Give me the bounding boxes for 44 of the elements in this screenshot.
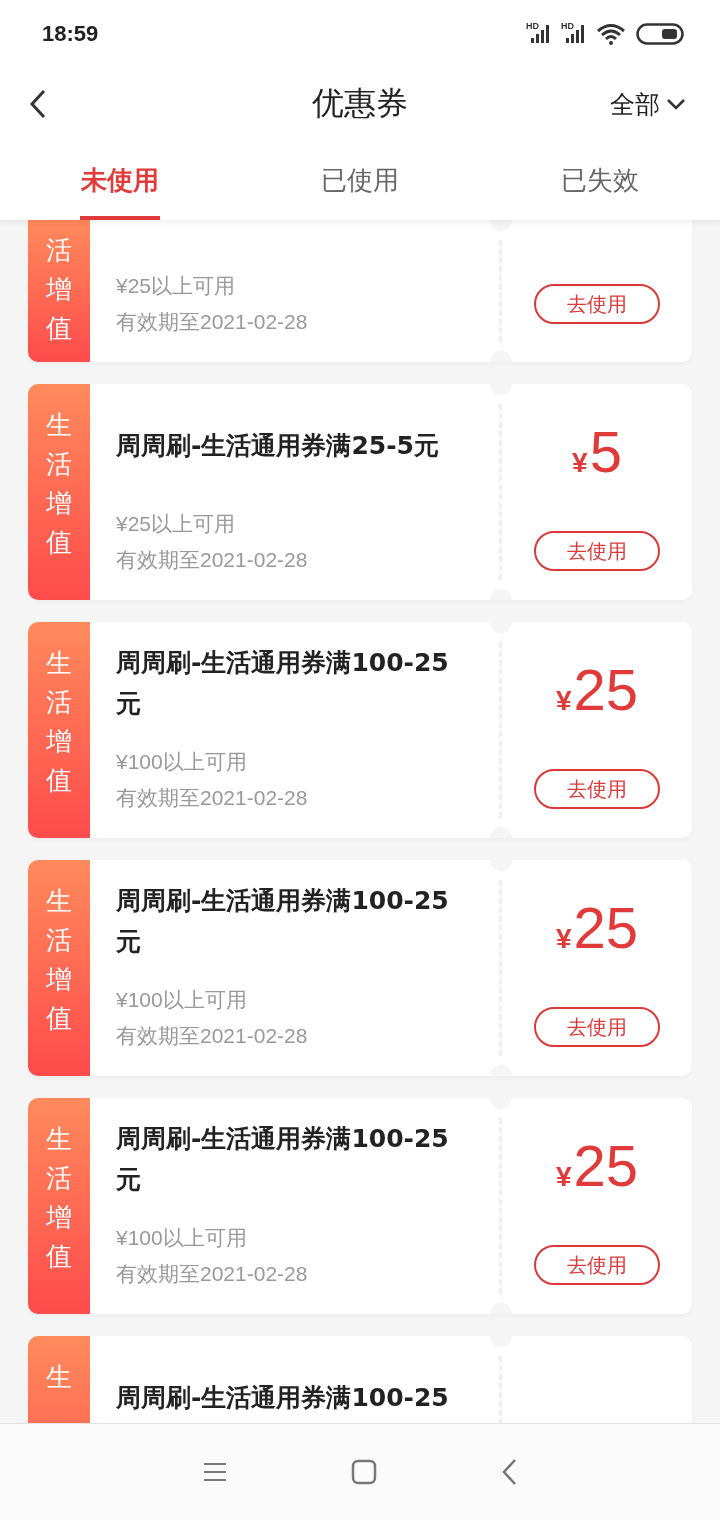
coupon-tag: 生活增值 — [28, 384, 90, 600]
network-type-label: HD — [561, 21, 574, 31]
tab[interactable]: 未使用 — [0, 140, 240, 220]
coupon-amount: ¥5 — [572, 420, 622, 486]
coupon-condition: ¥25以上可用 — [116, 511, 237, 537]
coupon-amount: ¥25 — [555, 658, 639, 724]
use-button[interactable]: 去使用 — [534, 284, 660, 324]
network-type-label: HD — [526, 21, 539, 31]
home-icon[interactable] — [351, 1459, 377, 1485]
filter-dropdown[interactable]: 全部 — [610, 87, 686, 121]
coupon-amount: ¥25 — [555, 1134, 639, 1200]
battery-icon — [636, 23, 684, 45]
use-button[interactable]: 去使用 — [534, 1245, 660, 1285]
coupon-condition: ¥25以上可用 — [116, 273, 237, 299]
coupon-condition: ¥100以上可用 — [116, 1225, 248, 1251]
wifi-icon — [596, 23, 626, 45]
coupon-expiry: 有效期至2021-02-28 — [116, 1261, 309, 1287]
coupon-expiry: 有效期至2021-02-28 — [116, 547, 309, 573]
coupon-expiry: 有效期至2021-02-28 — [116, 785, 309, 811]
use-button[interactable]: 去使用 — [534, 1007, 660, 1047]
chevron-down-icon — [666, 98, 686, 110]
back-icon[interactable] — [501, 1458, 517, 1486]
page-title: 优惠券 — [312, 83, 408, 124]
use-button[interactable]: 去使用 — [534, 531, 660, 571]
coupon-amount: ¥25 — [555, 896, 639, 962]
coupon-tag: 生活增值 — [28, 622, 90, 838]
coupon-expiry: 有效期至2021-02-28 — [116, 1023, 309, 1049]
coupon-tag: 生 — [28, 1336, 90, 1423]
coupon-condition: ¥100以上可用 — [116, 987, 248, 1013]
menu-icon[interactable] — [203, 1462, 227, 1482]
status-time: 18:59 — [42, 21, 99, 47]
coupon-title: 周周刷-生活通用券满100-25元 — [116, 1123, 450, 1196]
coupon-condition: ¥100以上可用 — [116, 749, 248, 775]
coupon-title: 周周刷-生活通用券满25-5元 — [116, 429, 439, 462]
coupon-title: 周周刷-生活通用券满100-25 — [116, 1381, 449, 1414]
coupon-tag: 生活增值 — [28, 860, 90, 1076]
coupon-title: 周周刷-生活通用券满100-25元 — [116, 885, 450, 958]
use-button[interactable]: 去使用 — [534, 769, 660, 809]
coupon-expiry: 有效期至2021-02-28 — [116, 309, 309, 335]
coupon-tag: 生活增值 — [28, 1098, 90, 1314]
coupon-title: 周周刷-生活通用券满100-25元 — [116, 647, 450, 720]
tab[interactable]: 已失效 — [480, 140, 720, 220]
coupon-tag: 活增值 — [28, 220, 90, 362]
tab[interactable]: 已使用 — [240, 140, 480, 220]
